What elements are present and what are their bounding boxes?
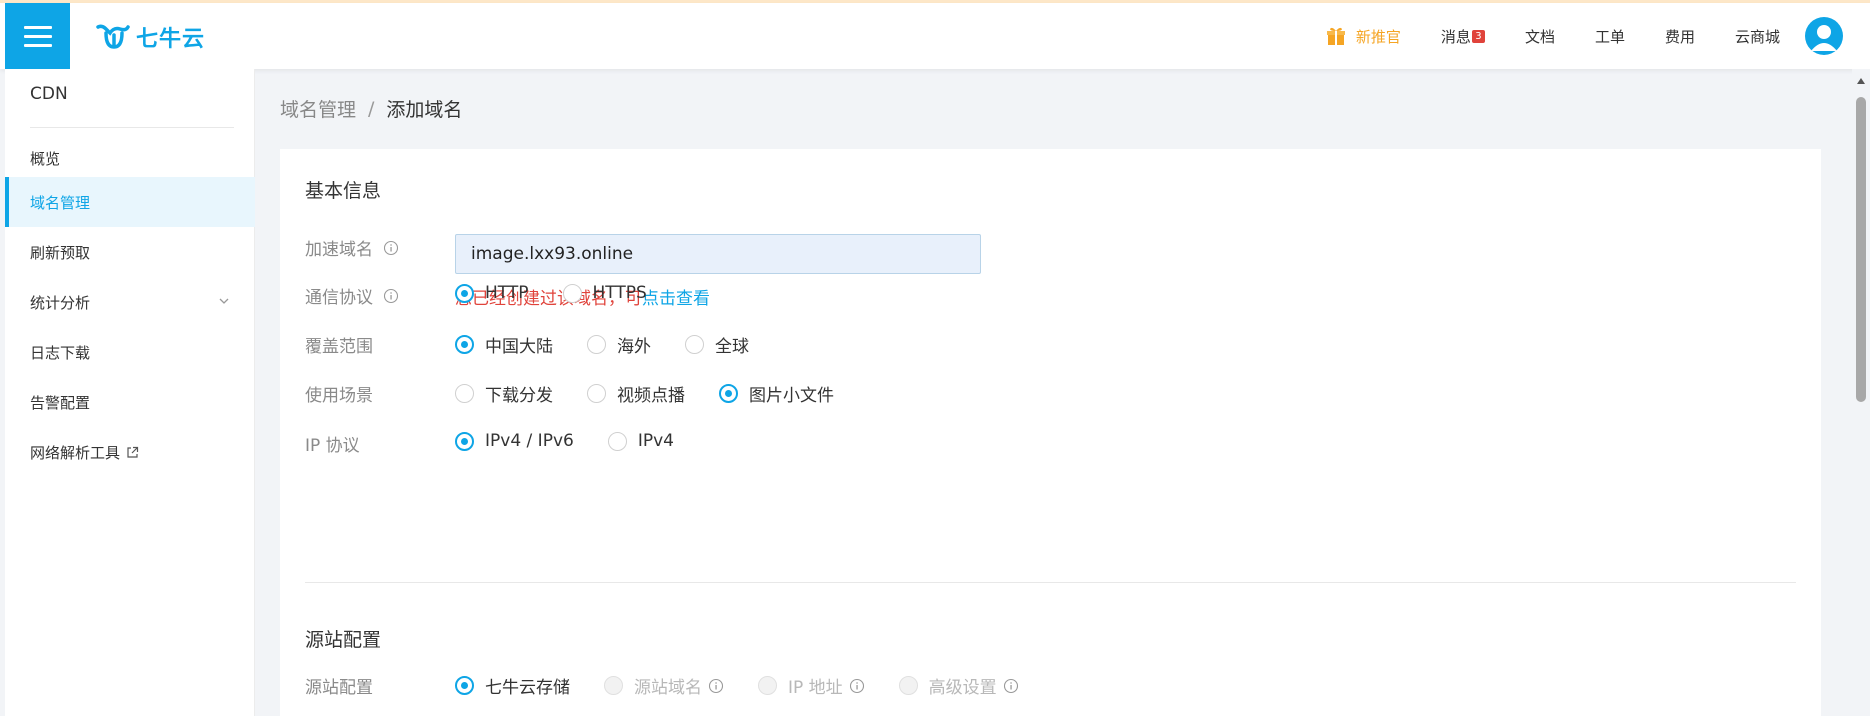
sidebar-item-label: 域名管理 bbox=[30, 193, 91, 212]
sidebar-item-overview[interactable]: 概览 bbox=[5, 133, 255, 183]
protocol-http-radio[interactable]: HTTP bbox=[455, 283, 529, 303]
top-nav: 新推官 消息 3 文档 工单 费用 云商城 bbox=[1286, 3, 1780, 69]
page-scrollbar[interactable] bbox=[1852, 69, 1870, 716]
info-icon[interactable] bbox=[1003, 678, 1019, 694]
sidebar-item-domain-management[interactable]: 域名管理 bbox=[5, 177, 255, 227]
origin-section-title: 源站配置 bbox=[305, 629, 382, 651]
sidebar-item-network-tools[interactable]: 网络解析工具 bbox=[5, 427, 255, 477]
sidebar-title: CDN bbox=[30, 84, 68, 104]
sidebar-item-label: 概览 bbox=[30, 149, 61, 168]
radio-label: 七牛云存储 bbox=[485, 678, 570, 698]
info-icon[interactable] bbox=[383, 288, 399, 304]
coverage-label: 覆盖范围 bbox=[305, 337, 373, 357]
origin-ip-radio[interactable]: IP 地址 bbox=[758, 673, 865, 698]
radio-label: 源站域名 bbox=[634, 678, 702, 698]
info-icon[interactable] bbox=[849, 678, 865, 694]
ip-v4-radio[interactable]: IPv4 bbox=[607, 431, 674, 451]
sidebar-item-label: 告警配置 bbox=[30, 393, 91, 412]
ip-protocol-label: IP 协议 bbox=[305, 436, 360, 456]
scenario-download-radio[interactable]: 下载分发 bbox=[455, 381, 553, 406]
radio-label: IP 地址 bbox=[788, 678, 843, 698]
domain-label: 加速域名 bbox=[305, 235, 399, 260]
menu-toggle-button[interactable] bbox=[5, 3, 70, 69]
nav-messages-label: 消息 bbox=[1440, 27, 1471, 46]
sidebar: CDN 概览 域名管理 刷新预取 统计分析 日志下载 告警配置 网络解析工具 bbox=[5, 69, 255, 716]
scenario-radio-group: 下载分发 视频点播 图片小文件 bbox=[455, 381, 868, 406]
top-bar: 七牛云 新推官 消息 3 文档 工单 费用 云商城 bbox=[0, 3, 1870, 69]
qiniu-logo-icon bbox=[96, 24, 130, 49]
scrollbar-thumb[interactable] bbox=[1856, 97, 1866, 402]
coverage-global-radio[interactable]: 全球 bbox=[685, 332, 749, 357]
coverage-mainland-radio[interactable]: 中国大陆 bbox=[455, 332, 553, 357]
breadcrumb: 域名管理 / 添加域名 bbox=[280, 95, 462, 122]
sidebar-item-statistics[interactable]: 统计分析 bbox=[5, 277, 255, 327]
origin-type-label: 源站配置 bbox=[305, 678, 373, 698]
nav-docs-link[interactable]: 文档 bbox=[1525, 26, 1555, 47]
radio-label: IPv4 / IPv6 bbox=[485, 431, 574, 451]
sidebar-item-label: 网络解析工具 bbox=[30, 443, 121, 462]
section-divider bbox=[305, 582, 1796, 583]
protocol-https-radio[interactable]: HTTPS bbox=[562, 283, 647, 303]
sidebar-item-label: 日志下载 bbox=[30, 343, 91, 362]
radio-label: HTTPS bbox=[592, 283, 647, 303]
protocol-label: 通信协议 bbox=[305, 283, 399, 308]
scenario-vod-radio[interactable]: 视频点播 bbox=[587, 381, 685, 406]
domain-input[interactable] bbox=[455, 234, 981, 274]
sidebar-item-refresh-prefetch[interactable]: 刷新预取 bbox=[5, 227, 255, 277]
radio-label: 全球 bbox=[715, 337, 749, 357]
protocol-label-text: 通信协议 bbox=[305, 288, 373, 308]
info-icon[interactable] bbox=[383, 240, 399, 256]
radio-label: 高级设置 bbox=[928, 678, 997, 698]
radio-label: 海外 bbox=[617, 337, 651, 357]
nav-promo-label: 新推官 bbox=[1355, 27, 1401, 46]
chevron-down-icon bbox=[219, 298, 229, 304]
radio-label: HTTP bbox=[485, 283, 529, 303]
protocol-radio-group: HTTP HTTPS bbox=[455, 283, 681, 303]
origin-advanced-radio[interactable]: 高级设置 bbox=[898, 673, 1019, 698]
sidebar-item-label: 刷新预取 bbox=[30, 243, 91, 262]
scenario-small-files-radio[interactable]: 图片小文件 bbox=[719, 381, 834, 406]
nav-promo-link[interactable]: 新推官 bbox=[1326, 26, 1401, 47]
radio-label: 图片小文件 bbox=[749, 386, 834, 406]
breadcrumb-separator: / bbox=[368, 97, 375, 120]
user-icon bbox=[1811, 25, 1837, 51]
origin-qiniu-storage-radio[interactable]: 七牛云存储 bbox=[455, 673, 570, 698]
basic-info-title: 基本信息 bbox=[305, 180, 382, 202]
nav-marketplace-link[interactable]: 云商城 bbox=[1735, 26, 1780, 47]
user-avatar[interactable] bbox=[1805, 17, 1843, 55]
logo[interactable]: 七牛云 bbox=[96, 21, 205, 53]
origin-domain-radio[interactable]: 源站域名 bbox=[604, 673, 724, 698]
radio-label: IPv4 bbox=[637, 431, 674, 451]
radio-label: 中国大陆 bbox=[485, 337, 553, 357]
breadcrumb-current: 添加域名 bbox=[386, 99, 463, 121]
external-link-icon bbox=[127, 446, 139, 458]
hamburger-icon bbox=[23, 25, 52, 29]
scenario-label: 使用场景 bbox=[305, 386, 373, 406]
add-domain-form: 基本信息 加速域名 您已经创建过该域名，可点击查看 通信协议 HTTP HTTP… bbox=[280, 149, 1821, 716]
scroll-up-arrow-icon[interactable] bbox=[1856, 77, 1866, 85]
sidebar-item-label: 统计分析 bbox=[30, 293, 91, 312]
radio-label: 视频点播 bbox=[617, 386, 685, 406]
messages-count-badge: 3 bbox=[1471, 29, 1485, 43]
nav-messages-link[interactable]: 消息 3 bbox=[1441, 26, 1485, 47]
sidebar-divider bbox=[30, 127, 234, 128]
domain-label-text: 加速域名 bbox=[305, 240, 373, 260]
info-icon[interactable] bbox=[708, 678, 724, 694]
coverage-overseas-radio[interactable]: 海外 bbox=[587, 332, 651, 357]
nav-billing-link[interactable]: 费用 bbox=[1665, 26, 1695, 47]
origin-radio-group: 七牛云存储 源站域名 IP 地址 高级设置 bbox=[455, 673, 1053, 698]
logo-text: 七牛云 bbox=[136, 27, 206, 52]
radio-label: 下载分发 bbox=[485, 386, 553, 406]
gift-icon bbox=[1326, 27, 1345, 45]
nav-tickets-link[interactable]: 工单 bbox=[1595, 26, 1625, 47]
ip-dual-stack-radio[interactable]: IPv4 / IPv6 bbox=[455, 431, 574, 451]
sidebar-item-alert-config[interactable]: 告警配置 bbox=[5, 377, 255, 427]
sidebar-item-log-download[interactable]: 日志下载 bbox=[5, 327, 255, 377]
breadcrumb-domain-management[interactable]: 域名管理 bbox=[280, 95, 356, 122]
ip-protocol-radio-group: IPv4 / IPv6 IPv4 bbox=[455, 431, 708, 451]
coverage-radio-group: 中国大陆 海外 全球 bbox=[455, 332, 783, 357]
